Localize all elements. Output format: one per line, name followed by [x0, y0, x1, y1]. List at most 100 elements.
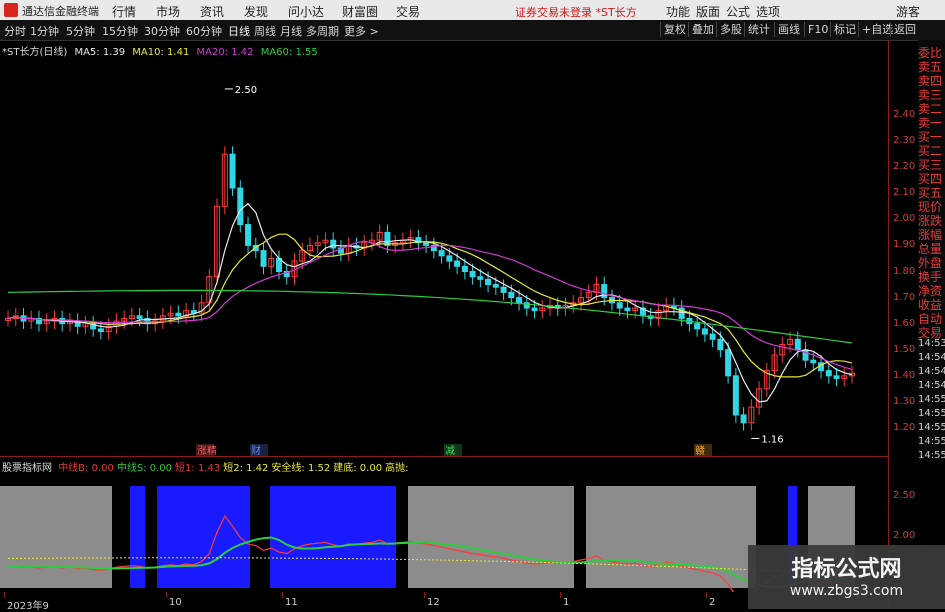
- candle-body: [136, 315, 143, 319]
- candle-body: [810, 359, 817, 364]
- indicator-band: [408, 486, 574, 588]
- indicator-band: [270, 486, 396, 588]
- indicator-tick-label: 2.50: [893, 490, 916, 501]
- period-daily[interactable]: 日线: [228, 23, 250, 39]
- candle-body: [701, 328, 708, 335]
- candle-body: [500, 286, 507, 293]
- candle-body: [446, 255, 453, 262]
- sidebar-item[interactable]: 14:54: [918, 380, 945, 391]
- candle-body: [245, 224, 252, 246]
- date-tick: [706, 592, 707, 598]
- candle-body: [423, 242, 430, 246]
- period-15min[interactable]: 15分钟: [102, 23, 138, 39]
- event-tag: 减: [445, 445, 455, 456]
- candle-body: [531, 307, 538, 312]
- price-tick-label: 1.80: [893, 265, 916, 277]
- period-5min[interactable]: 5分钟: [66, 23, 95, 39]
- price-tick-label: 1.30: [893, 395, 916, 407]
- candle-body: [740, 414, 747, 424]
- menu-zixun[interactable]: 资讯: [200, 3, 224, 20]
- menu-hangqing[interactable]: 行情: [112, 3, 136, 20]
- login-warning[interactable]: 证券交易未登录 *ST长方: [515, 4, 637, 20]
- candle-body: [725, 349, 732, 377]
- sidebar-item[interactable]: 14:55: [918, 450, 945, 461]
- btn-f10[interactable]: F10: [804, 22, 831, 37]
- high-label: 2.50: [235, 85, 257, 96]
- date-label: 10: [169, 597, 182, 608]
- menu-xuanxiang[interactable]: 选项: [756, 3, 780, 20]
- candle-body: [330, 239, 337, 249]
- candle-body: [492, 284, 499, 288]
- period-1min[interactable]: 1分钟: [30, 23, 59, 39]
- price-tick-label: 1.20: [893, 422, 916, 433]
- date-tick: [4, 592, 5, 598]
- date-label: 11: [285, 597, 298, 608]
- candle-body: [616, 302, 623, 309]
- btn-tongji[interactable]: 统计: [744, 22, 773, 37]
- btn-diejia[interactable]: 叠加: [688, 22, 717, 37]
- candle-body: [732, 375, 739, 416]
- app-name: 通达信金融终端: [22, 5, 99, 18]
- period-fenshi[interactable]: 分时: [4, 23, 26, 39]
- axis-separator: [888, 40, 889, 609]
- period-monthly[interactable]: 月线: [280, 23, 302, 39]
- sidebar-item[interactable]: 14:55: [918, 394, 945, 405]
- app-logo-icon: [4, 3, 18, 17]
- price-tick-label: 2.40: [893, 109, 916, 120]
- date-label: 2: [709, 597, 716, 608]
- btn-duogu[interactable]: 多股: [716, 22, 745, 37]
- period-multi[interactable]: 多周期: [306, 23, 339, 39]
- date-label: 1: [563, 597, 570, 608]
- menu-caifuquan[interactable]: 财富圈: [342, 3, 378, 20]
- btn-biaoji[interactable]: 标记: [830, 22, 859, 37]
- sidebar-item[interactable]: 14:53: [918, 338, 945, 349]
- sidebar-item[interactable]: 14:55: [918, 436, 945, 447]
- price-tick-label: 2.00: [893, 213, 916, 225]
- period-60min[interactable]: 60分钟: [186, 23, 222, 39]
- price-tick-label: 1.70: [893, 291, 916, 303]
- candle-body: [438, 250, 445, 257]
- watermark-banner: 指标公式网 www.zbgs3.com: [748, 545, 945, 609]
- menu-gongshi[interactable]: 公式: [726, 3, 750, 20]
- candle-body: [516, 297, 523, 304]
- period-30min[interactable]: 30分钟: [144, 23, 180, 39]
- price-tick-label: 2.30: [893, 135, 916, 147]
- price-tick-label: 1.40: [893, 369, 916, 381]
- candle-body: [825, 370, 832, 377]
- menu-wenxiaoda[interactable]: 问小达: [288, 3, 324, 20]
- event-tag: 涨精: [197, 444, 217, 456]
- menu-banmian[interactable]: 版面: [696, 3, 720, 20]
- btn-fuquan[interactable]: 复权: [660, 22, 689, 37]
- btn-fanhui[interactable]: 返回: [890, 22, 919, 37]
- kline-chart[interactable]: 2.50 1.16 涨精 财 减 赣: [0, 40, 888, 456]
- date-tick: [166, 592, 167, 598]
- date-tick: [424, 592, 425, 598]
- date-label: 12: [427, 597, 440, 608]
- candle-body: [709, 333, 716, 340]
- candle-body: [794, 338, 801, 351]
- price-tick-label: 2.10: [893, 187, 916, 199]
- watermark-title: 指标公式网: [791, 557, 902, 582]
- sidebar-item[interactable]: 14:54: [918, 352, 945, 363]
- watermark-url: www.zbgs3.com: [789, 583, 904, 599]
- guest-label[interactable]: 游客: [896, 3, 920, 20]
- candle-body: [485, 278, 492, 286]
- btn-huaxian[interactable]: 画线: [774, 22, 803, 37]
- menu-jiaoyi[interactable]: 交易: [396, 3, 420, 20]
- sidebar-item[interactable]: 14:55: [918, 422, 945, 433]
- panel-divider: [0, 456, 888, 457]
- candle-body: [97, 328, 104, 332]
- menu-faxian[interactable]: 发现: [244, 3, 268, 20]
- menu-shichang[interactable]: 市场: [156, 3, 180, 20]
- candle-body: [237, 187, 244, 226]
- period-more[interactable]: 更多 >: [344, 23, 379, 39]
- candle-body: [260, 250, 267, 267]
- date-tick: [282, 592, 283, 598]
- price-tick-label: 1.50: [893, 343, 916, 355]
- indicator-band: [0, 486, 112, 588]
- sidebar-item[interactable]: 14:54: [918, 366, 945, 377]
- price-tick-label: 1.60: [893, 317, 916, 329]
- period-weekly[interactable]: 周线: [254, 23, 276, 39]
- sidebar-item[interactable]: 14:55: [918, 408, 945, 419]
- menu-gongneng[interactable]: 功能: [666, 3, 690, 20]
